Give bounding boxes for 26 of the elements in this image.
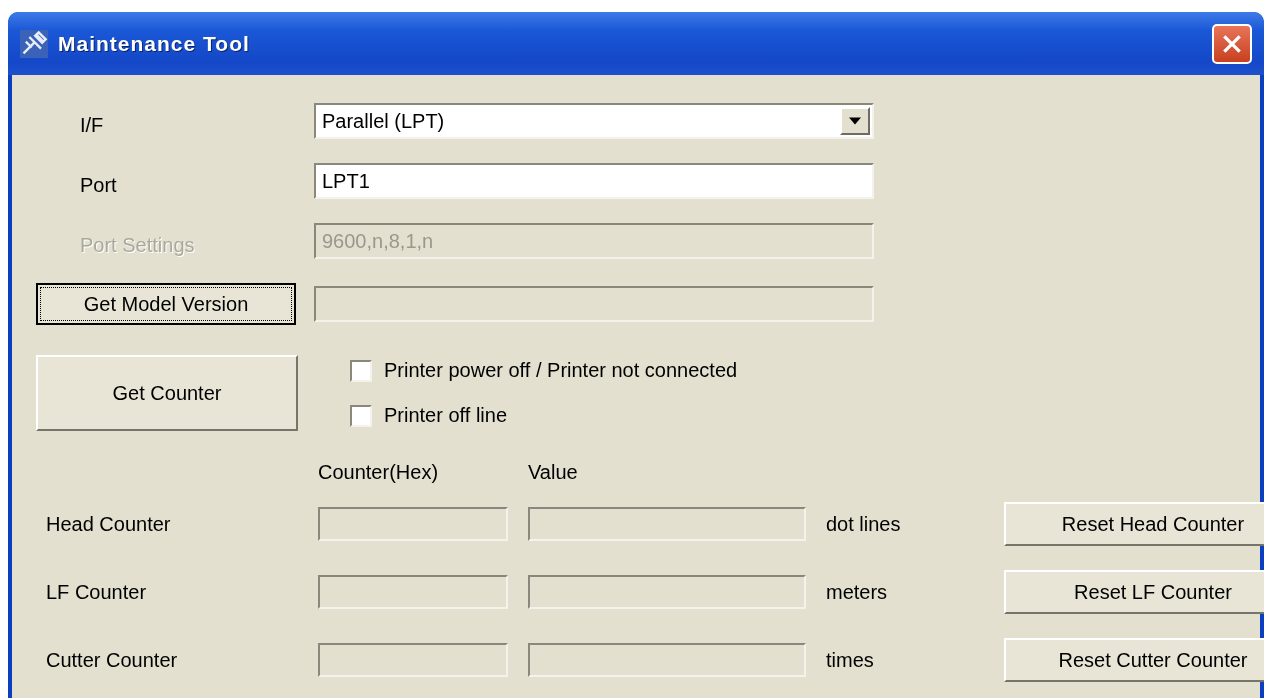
wrench-icon (20, 29, 48, 58)
unit-label: meters (826, 580, 889, 604)
checkbox-label: Printer power off / Printer not connected (384, 359, 738, 382)
get-counter-button[interactable]: Get Counter (36, 355, 298, 431)
get-model-version-button[interactable]: Get Model Version (36, 283, 296, 325)
reset-button[interactable]: Reset LF Counter (1004, 570, 1264, 614)
counter-label: Head Counter (45, 512, 172, 536)
close-button[interactable] (1212, 23, 1252, 64)
reset-button[interactable]: Reset Cutter Counter (1004, 638, 1264, 682)
window-title: Maintenance Tool (58, 31, 251, 56)
field-label: Port Settings (79, 232, 196, 257)
unit-label: dot lines (826, 512, 902, 536)
checkbox-label: Printer off line (384, 404, 508, 427)
checkbox[interactable] (350, 359, 372, 382)
field-label: Port (79, 172, 118, 197)
reset-button[interactable]: Reset Head Counter (1004, 502, 1264, 546)
checkbox[interactable] (350, 404, 372, 427)
input-field[interactable]: LPT1 (314, 163, 874, 199)
column-header: Value (528, 461, 579, 484)
interface-dropdown[interactable]: Parallel (LPT) (314, 103, 874, 139)
counter-label: Cutter Counter (45, 648, 179, 672)
column-header: Counter(Hex) (318, 461, 440, 484)
unit-label: times (826, 648, 875, 672)
close-icon (1221, 32, 1243, 55)
field-label: I/F (79, 112, 105, 137)
counter-label: LF Counter (45, 580, 148, 604)
